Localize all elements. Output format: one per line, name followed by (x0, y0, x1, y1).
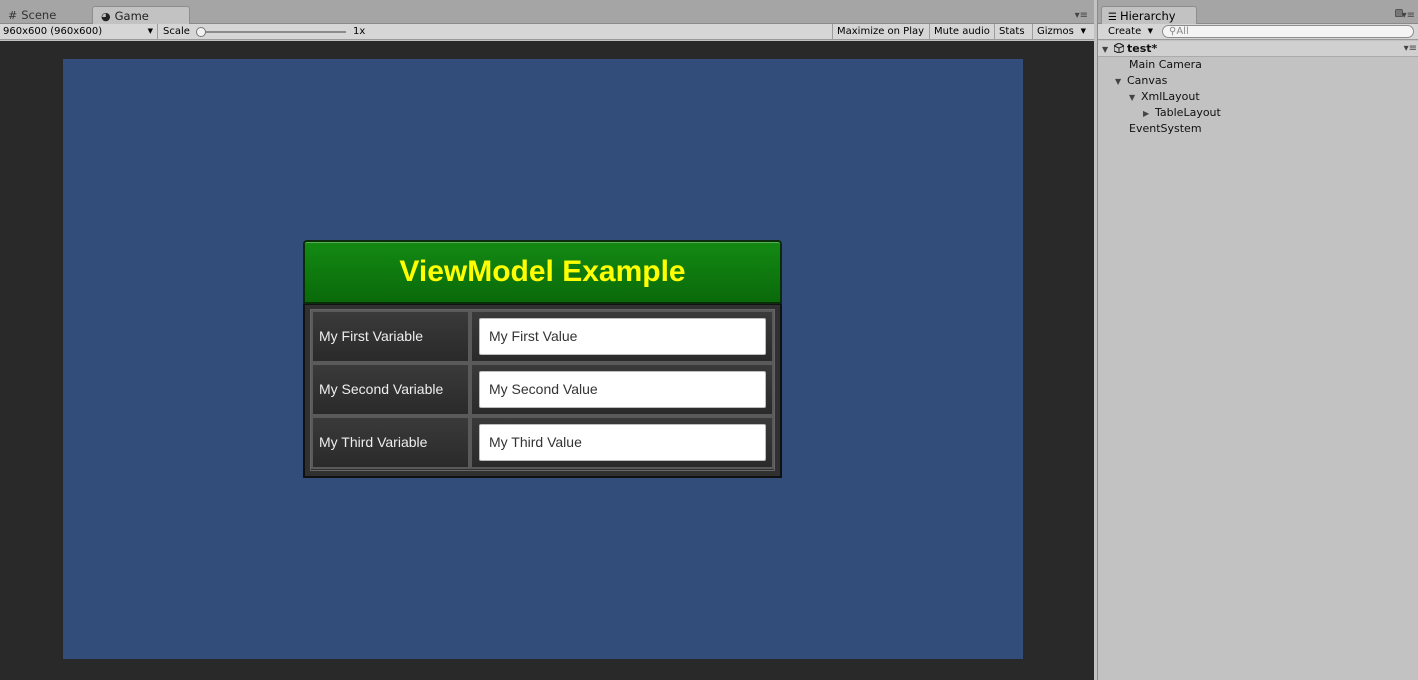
gizmos-label: Gizmos (1037, 26, 1074, 37)
scale-slider-thumb[interactable] (196, 27, 206, 37)
scene-header: ▼ test* (1102, 41, 1157, 57)
scene-name: test* (1127, 42, 1158, 55)
hierarchy-list-icon: ☰ (1108, 12, 1117, 23)
panel-title: ViewModel Example (399, 255, 686, 288)
value-cell: My First Value (470, 310, 774, 363)
hierarchy-item-tablelayout[interactable]: ▶ TableLayout (1143, 105, 1221, 121)
hierarchy-item-label: Main Camera (1129, 58, 1202, 71)
panel-body: My First Variable My First Value My Seco… (303, 304, 782, 478)
hierarchy-tabstrip: ☰ Hierarchy ▾≡ (1098, 0, 1418, 24)
scale-value: 1x (353, 26, 366, 37)
game-tabstrip: # Scene ◕ Game ▾≡ (0, 0, 1094, 24)
tab-scene[interactable]: # Scene (0, 6, 64, 24)
create-label: Create (1108, 26, 1142, 37)
gizmos-dropdown-arrow-icon: ▼ (1080, 27, 1086, 35)
viewmodel-panel: ViewModel Example My First Variable My F… (303, 240, 782, 478)
label-cell: My Third Variable (311, 416, 470, 469)
table-layout: My First Variable My First Value My Seco… (310, 309, 775, 471)
value-cell: My Second Value (470, 363, 774, 416)
dropdown-arrow-icon: ▼ (147, 27, 153, 35)
hierarchy-item-label: TableLayout (1155, 106, 1221, 119)
expand-triangle-icon[interactable]: ▼ (1115, 74, 1127, 90)
game-viewport: ViewModel Example My First Variable My F… (0, 41, 1094, 680)
collapsed-triangle-icon[interactable]: ▶ (1143, 106, 1155, 122)
hierarchy-item-main-camera[interactable]: Main Camera (1129, 57, 1202, 73)
panel-menu-icon[interactable]: ▾≡ (1075, 10, 1088, 21)
third-value-input[interactable]: My Third Value (479, 424, 766, 461)
label-cell: My Second Variable (311, 363, 470, 416)
maximize-on-play-button[interactable]: Maximize on Play (832, 24, 928, 40)
unity-scene-icon (1114, 43, 1124, 53)
search-placeholder: All (1176, 26, 1189, 37)
second-value-input[interactable]: My Second Value (479, 371, 766, 408)
hierarchy-toolbar: Create ▼ ⚲All (1098, 24, 1418, 40)
first-value-input[interactable]: My First Value (479, 318, 766, 355)
tab-game-label: Game (114, 9, 149, 23)
scene-row[interactable]: ▼ test* ▾≡ (1098, 41, 1418, 57)
stats-button[interactable]: Stats (994, 24, 1029, 40)
scale-slider-track[interactable] (198, 31, 346, 33)
hierarchy-item-eventsystem[interactable]: EventSystem (1129, 121, 1202, 137)
label-cell: My First Variable (311, 310, 470, 363)
dropdown-arrow-icon: ▼ (1147, 27, 1153, 35)
value-cell: My Third Value (470, 416, 774, 469)
game-canvas: ViewModel Example My First Variable My F… (63, 59, 1023, 659)
resolution-dropdown[interactable]: 960x600 (960x600) ▼ (0, 24, 158, 40)
hierarchy-window: ☰ Hierarchy ▾≡ Create ▼ ⚲All ▼ test* ▾≡ Ma… (1097, 0, 1418, 680)
expand-triangle-icon[interactable]: ▼ (1102, 42, 1114, 58)
table-row: My First Variable My First Value (311, 310, 774, 363)
tab-hierarchy[interactable]: ☰ Hierarchy (1101, 6, 1197, 24)
table-row: My Second Variable My Second Value (311, 363, 774, 416)
mute-audio-button[interactable]: Mute audio (929, 24, 994, 40)
variable-label: My Third Variable (319, 434, 428, 450)
gizmos-button[interactable]: Gizmos ▼ (1032, 24, 1088, 40)
hierarchy-item-canvas[interactable]: ▼ Canvas (1115, 73, 1167, 89)
tab-game[interactable]: ◕ Game (92, 6, 190, 24)
panel-menu-icon[interactable]: ▾≡ (1402, 10, 1415, 21)
hierarchy-item-xmllayout[interactable]: ▼ XmlLayout (1129, 89, 1200, 105)
game-toolbar: 960x600 (960x600) ▼ Scale 1x Maximize on… (0, 24, 1094, 40)
table-row: My Third Variable My Third Value (311, 416, 774, 469)
create-dropdown[interactable]: Create ▼ (1104, 24, 1156, 40)
hierarchy-item-label: Canvas (1127, 74, 1168, 87)
variable-label: My Second Variable (319, 381, 444, 397)
panel-header: ViewModel Example (303, 240, 782, 304)
hierarchy-item-label: EventSystem (1129, 122, 1202, 135)
variable-label: My First Variable (319, 328, 423, 344)
scene-menu-icon[interactable]: ▾≡ (1404, 41, 1417, 57)
scale-label: Scale (163, 26, 190, 37)
grid-icon: # (8, 9, 18, 22)
tab-scene-label: Scene (21, 8, 57, 22)
resolution-label: 960x600 (960x600) (3, 26, 103, 37)
hierarchy-item-label: XmlLayout (1141, 90, 1200, 103)
game-window: # Scene ◕ Game ▾≡ 960x600 (960x600) ▼ Scal… (0, 0, 1094, 680)
expand-triangle-icon[interactable]: ▼ (1129, 90, 1141, 106)
tab-hierarchy-label: Hierarchy (1119, 9, 1176, 23)
hierarchy-search-input[interactable]: ⚲All (1162, 25, 1414, 38)
